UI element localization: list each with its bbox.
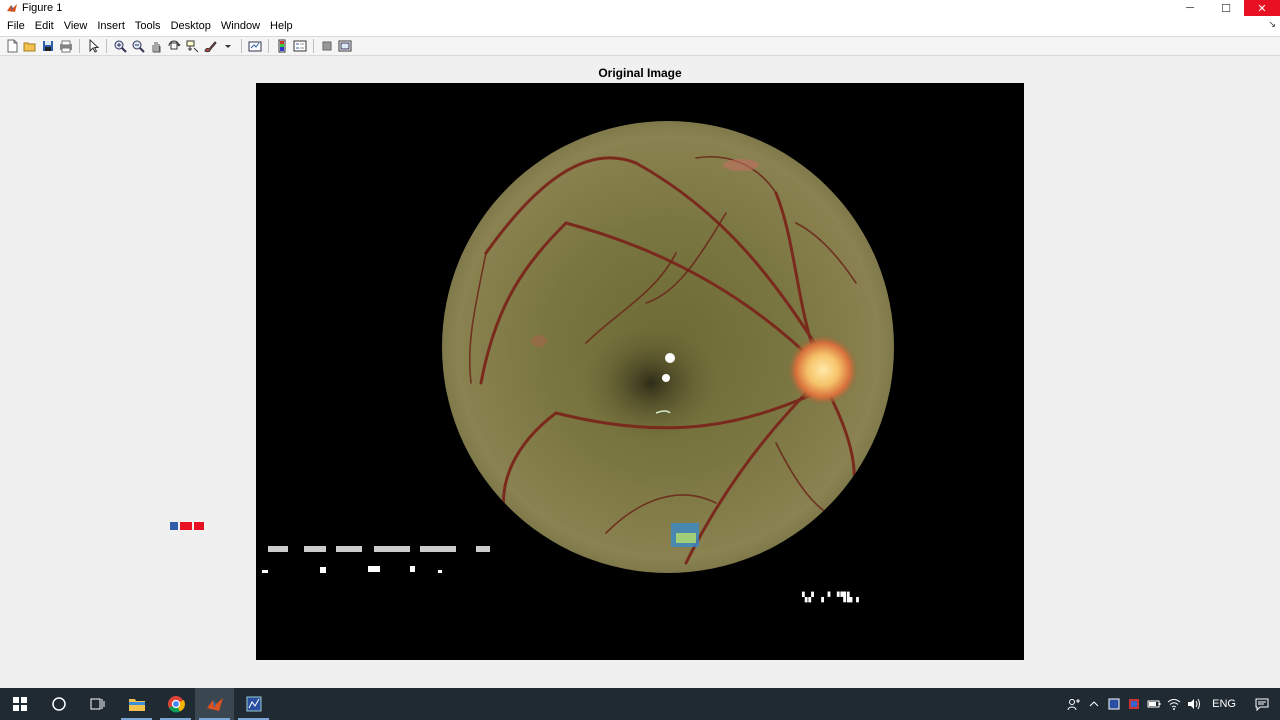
menu-tools[interactable]: Tools bbox=[130, 16, 166, 36]
rotate-3d-icon[interactable] bbox=[165, 37, 183, 55]
input-language[interactable]: ENG bbox=[1204, 688, 1244, 720]
figure-toolbar bbox=[0, 36, 1280, 56]
chevron-up-icon[interactable] bbox=[1084, 688, 1104, 720]
close-button[interactable]: ✕ bbox=[1244, 0, 1280, 16]
edit-plot-icon[interactable] bbox=[84, 37, 102, 55]
window-titlebar: Figure 1 ─ ☐ ✕ bbox=[0, 0, 1280, 16]
optic-disc bbox=[789, 336, 857, 404]
link-plot-icon[interactable] bbox=[246, 37, 264, 55]
menu-window[interactable]: Window bbox=[216, 16, 265, 36]
save-icon[interactable] bbox=[39, 37, 57, 55]
wifi-icon[interactable] bbox=[1164, 688, 1184, 720]
data-cursor-icon[interactable] bbox=[183, 37, 201, 55]
insert-colorbar-icon[interactable] bbox=[273, 37, 291, 55]
file-explorer-icon[interactable] bbox=[117, 688, 156, 720]
toolbar-separator bbox=[106, 39, 107, 53]
brush-icon[interactable] bbox=[201, 37, 219, 55]
windows-taskbar: ENG bbox=[0, 688, 1280, 720]
open-file-icon[interactable] bbox=[21, 37, 39, 55]
maximize-button[interactable]: ☐ bbox=[1208, 0, 1244, 16]
figure-canvas[interactable]: Original Image ▚▞ ▖▘▝▜▙▗ bbox=[0, 57, 1280, 688]
toolbar-separator bbox=[79, 39, 80, 53]
menu-file[interactable]: File bbox=[2, 16, 30, 36]
window-controls: ─ ☐ ✕ bbox=[1172, 0, 1280, 16]
people-icon[interactable] bbox=[1064, 688, 1084, 720]
matlab-taskbar-icon[interactable] bbox=[195, 688, 234, 720]
tray-app-icon[interactable] bbox=[1104, 688, 1124, 720]
show-plot-tools-icon[interactable] bbox=[336, 37, 354, 55]
figure-window-icon[interactable] bbox=[234, 688, 273, 720]
new-figure-icon[interactable] bbox=[3, 37, 21, 55]
menu-insert[interactable]: Insert bbox=[92, 16, 130, 36]
search-icon[interactable] bbox=[39, 688, 78, 720]
system-tray: ENG bbox=[1064, 688, 1280, 720]
start-icon[interactable] bbox=[0, 688, 39, 720]
brush-dropdown-icon[interactable] bbox=[219, 37, 237, 55]
volume-icon[interactable] bbox=[1184, 688, 1204, 720]
zoom-in-icon[interactable] bbox=[111, 37, 129, 55]
window-title: Figure 1 bbox=[22, 2, 63, 14]
insert-legend-icon[interactable] bbox=[291, 37, 309, 55]
matlab-icon bbox=[7, 4, 17, 12]
print-icon[interactable] bbox=[57, 37, 75, 55]
tray-app-color-icon[interactable] bbox=[1124, 688, 1144, 720]
zoom-out-icon[interactable] bbox=[129, 37, 147, 55]
menu-edit[interactable]: Edit bbox=[30, 16, 59, 36]
menu-help[interactable]: Help bbox=[265, 16, 298, 36]
axes-title: Original Image bbox=[598, 66, 682, 80]
minimize-button[interactable]: ─ bbox=[1172, 0, 1208, 16]
pan-icon[interactable] bbox=[147, 37, 165, 55]
menu-desktop[interactable]: Desktop bbox=[166, 16, 216, 36]
hide-plot-tools-icon[interactable] bbox=[318, 37, 336, 55]
toolbar-separator bbox=[241, 39, 242, 53]
notification-icon[interactable] bbox=[1244, 688, 1280, 720]
battery-icon[interactable] bbox=[1144, 688, 1164, 720]
task-view-icon[interactable] bbox=[78, 688, 117, 720]
menu-bar: File Edit View Insert Tools Desktop Wind… bbox=[0, 16, 1280, 36]
toolbar-separator bbox=[313, 39, 314, 53]
menu-view[interactable]: View bbox=[59, 16, 93, 36]
toolbar-separator bbox=[268, 39, 269, 53]
render-artifact-overlay bbox=[170, 520, 500, 580]
render-artifact: ▚▞ ▖▘▝▜▙▗ bbox=[802, 593, 860, 603]
chrome-icon[interactable] bbox=[156, 688, 195, 720]
dock-figure-icon[interactable]: ↘ bbox=[1268, 19, 1276, 30]
